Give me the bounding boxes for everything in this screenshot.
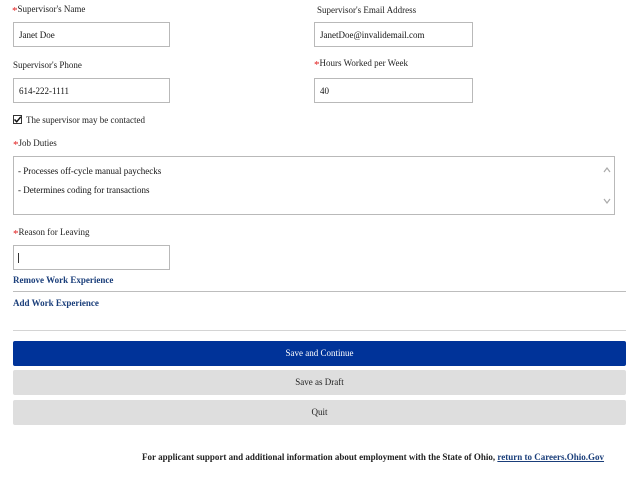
divider (13, 291, 626, 292)
quit-button[interactable]: Quit (13, 400, 626, 425)
text-cursor (18, 253, 19, 263)
reason-for-leaving-label: *Reason for Leaving (13, 227, 90, 240)
scroll-down-icon[interactable] (602, 196, 612, 206)
footer-text: For applicant support and additional inf… (142, 452, 605, 462)
checkmark-icon (13, 116, 22, 123)
save-and-continue-button[interactable]: Save and Continue (13, 341, 626, 366)
supervisor-name-input[interactable]: Janet Doe (13, 22, 170, 47)
hours-per-week-label: *Hours Worked per Week (314, 58, 408, 71)
job-duties-line: - Processes off-cycle manual paychecks (18, 166, 162, 176)
required-marker: * (13, 139, 19, 151)
divider (13, 330, 626, 331)
supervisor-phone-input[interactable]: 614-222-1111 (13, 78, 170, 103)
careers-ohio-link[interactable]: return to Careers.Ohio.Gov (497, 452, 604, 462)
add-work-experience-link[interactable]: Add Work Experience (13, 298, 99, 308)
job-duties-line: - Determines coding for transactions (18, 185, 150, 195)
supervisor-contact-label: The supervisor may be contacted (26, 115, 145, 125)
supervisor-email-input[interactable]: JanetDoe@invalidemail.com (314, 22, 473, 47)
job-duties-label: *Job Duties (13, 138, 57, 151)
scroll-up-icon[interactable] (602, 165, 612, 175)
supervisor-email-label: Supervisor's Email Address (317, 5, 417, 15)
required-marker: * (12, 5, 18, 17)
supervisor-name-label: *Supervisor's Name (12, 4, 86, 17)
remove-work-experience-link[interactable]: Remove Work Experience (13, 275, 113, 285)
reason-for-leaving-input[interactable] (13, 245, 170, 270)
required-marker: * (314, 59, 320, 71)
supervisor-contact-checkbox[interactable] (13, 115, 22, 124)
job-duties-textarea[interactable]: - Processes off-cycle manual paychecks -… (13, 156, 615, 215)
hours-per-week-input[interactable]: 40 (314, 78, 473, 103)
supervisor-phone-label: Supervisor's Phone (13, 60, 82, 70)
save-as-draft-button[interactable]: Save as Draft (13, 370, 626, 395)
required-marker: * (13, 228, 19, 240)
